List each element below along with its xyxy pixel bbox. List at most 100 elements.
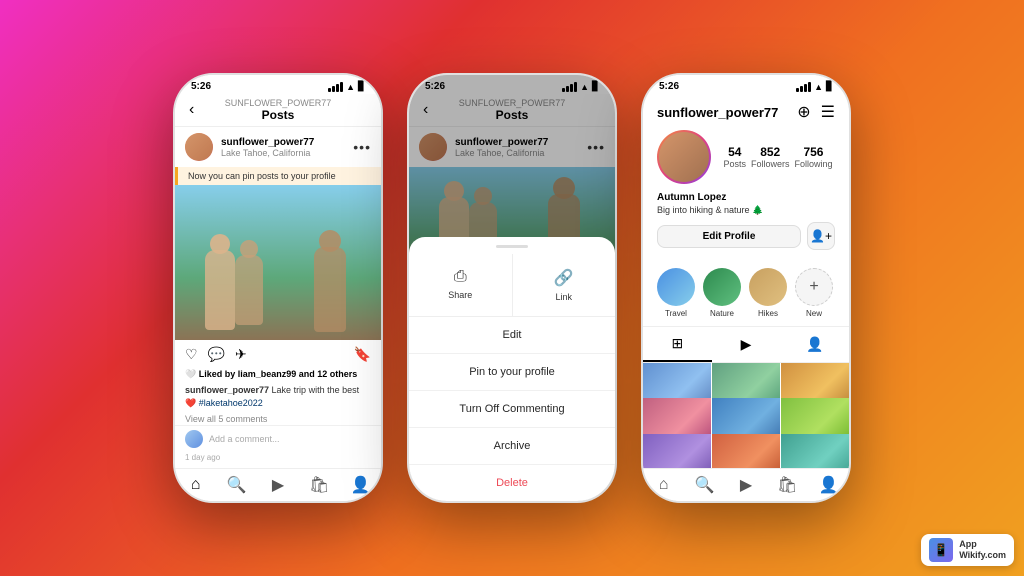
phone-3-screen: 5:26 ▲ ▊ sunflower_power77: [643, 75, 849, 501]
signal-bar-3: [336, 84, 339, 92]
comment-icon-1[interactable]: 💬: [208, 346, 225, 363]
nav-shop-1[interactable]: 🛍: [299, 475, 340, 495]
post-location-1: Lake Tahoe, California: [221, 148, 345, 158]
following-label: Following: [794, 159, 832, 169]
delete-menu-item[interactable]: Delete: [409, 465, 615, 501]
edit-profile-button[interactable]: Edit Profile: [657, 225, 801, 248]
nav-search-3[interactable]: 🔍: [684, 475, 725, 495]
profile-stats: 54 Posts 852 Followers 756 Following: [721, 145, 835, 169]
time-1: 5:26: [191, 81, 211, 92]
watermark-line1: App: [959, 539, 977, 549]
person-2: [235, 255, 263, 325]
signal-bar-2: [332, 86, 335, 92]
edit-menu-item[interactable]: Edit: [409, 317, 615, 354]
three-dots-1[interactable]: •••: [353, 139, 371, 155]
watermark: 📱 App Wikify.com: [921, 534, 1014, 566]
profile-edit-row: Edit Profile 👤+: [657, 222, 835, 250]
highlight-hikes[interactable]: Hikes: [749, 268, 787, 318]
modal-overlay: ⎙ Share 🔗 Link Edit Pin to your profile …: [409, 75, 615, 501]
share-icon-1[interactable]: ✈: [235, 346, 247, 363]
add-comment-1: Add a comment...: [175, 425, 381, 452]
post-header-1: sunflower_power77 Lake Tahoe, California…: [175, 127, 381, 167]
share-action-label: Share: [448, 290, 472, 300]
post-likes-1: 🤍 Liked by liam_beanz99 and 12 others: [175, 369, 381, 382]
signal-bar-3-4: [808, 82, 811, 92]
post-caption-1: sunflower_power77 Lake trip with the bes…: [175, 382, 381, 413]
comment-placeholder-1[interactable]: Add a comment...: [209, 434, 280, 444]
share-action-btn[interactable]: ⎙ Share: [409, 254, 513, 316]
nav-profile-1[interactable]: 👤: [340, 475, 381, 495]
phone-1: 5:26 ▲ ▊ ‹ SUNFLOWER_POWER77 P: [173, 73, 383, 503]
add-post-icon[interactable]: ⊕: [797, 102, 810, 122]
grid-photo-9[interactable]: [781, 434, 849, 468]
status-bar-3: 5:26 ▲ ▊: [643, 75, 849, 94]
avatar-1: [185, 133, 213, 161]
nav-username-1: SUNFLOWER_POWER77: [225, 98, 332, 108]
link-action-label: Link: [555, 292, 572, 302]
link-action-icon: 🔗: [554, 268, 574, 288]
menu-icon[interactable]: ☰: [821, 102, 835, 122]
back-button-1[interactable]: ‹: [189, 101, 194, 119]
highlight-circle-travel: [657, 268, 695, 306]
nav-reels-3[interactable]: ▶: [725, 475, 766, 495]
signal-bars-1: [328, 82, 343, 92]
nav-reels-1[interactable]: ▶: [257, 475, 298, 495]
following-count: 756: [794, 145, 832, 159]
nav-page-1: Posts: [225, 108, 332, 122]
add-person-button[interactable]: 👤+: [807, 222, 835, 250]
tab-grid[interactable]: ⊞: [643, 327, 712, 362]
turn-off-commenting-menu-item[interactable]: Turn Off Commenting: [409, 391, 615, 428]
likes-text-1: 🤍 Liked by liam_beanz99 and 12 others: [185, 369, 357, 379]
highlight-travel[interactable]: Travel: [657, 268, 695, 318]
followers-count: 852: [751, 145, 790, 159]
hashtag-1[interactable]: #laketahoe2022: [199, 398, 263, 408]
nav-home-1[interactable]: ⌂: [175, 475, 216, 495]
caption-user-1[interactable]: sunflower_power77: [185, 385, 269, 395]
like-icon-1[interactable]: ♡: [185, 346, 198, 363]
archive-menu-item[interactable]: Archive: [409, 428, 615, 465]
profile-tabs: ⊞ ▶ 👤: [643, 326, 849, 363]
profile-stats-row: 54 Posts 852 Followers 756 Following: [657, 130, 835, 184]
link-action-btn[interactable]: 🔗 Link: [513, 254, 616, 316]
status-bar-1: 5:26 ▲ ▊: [175, 75, 381, 94]
nav-profile-3[interactable]: 👤: [808, 475, 849, 495]
nav-home-3[interactable]: ⌂: [643, 475, 684, 495]
profile-top-icons: ⊕ ☰: [797, 102, 835, 122]
profile-top-row: sunflower_power77 ⊕ ☰: [657, 102, 835, 122]
pin-menu-item[interactable]: Pin to your profile: [409, 354, 615, 391]
share-action-icon: ⎙: [454, 268, 467, 286]
highlight-new[interactable]: + New: [795, 268, 833, 318]
post-actions-1: ♡ 💬 ✈ 🔖: [175, 340, 381, 369]
signal-bar-3-1: [796, 88, 799, 92]
post-username-1[interactable]: sunflower_power77: [221, 137, 345, 148]
highlight-label-travel: Travel: [665, 309, 687, 318]
signal-bars-3: [796, 82, 811, 92]
posts-label: Posts: [723, 159, 746, 169]
bookmark-icon-1[interactable]: 🔖: [354, 346, 371, 363]
tab-tagged[interactable]: 👤: [780, 327, 849, 362]
nav-shop-3[interactable]: 🛍: [767, 475, 808, 495]
stat-following[interactable]: 756 Following: [794, 145, 832, 169]
phone-2: 5:26 ▲ ▊ ‹ SUNFLOWER_POWER77 P: [407, 73, 617, 503]
nav-header-1: ‹ SUNFLOWER_POWER77 Posts: [175, 94, 381, 127]
post-timestamp-1: 1 day ago: [175, 452, 381, 466]
time-3: 5:26: [659, 81, 679, 92]
nav-search-1[interactable]: 🔍: [216, 475, 257, 495]
highlight-label-new: New: [806, 309, 822, 318]
bottom-nav-3: ⌂ 🔍 ▶ 🛍 👤: [643, 468, 849, 501]
grid-photo-8[interactable]: [712, 434, 780, 468]
tab-reels[interactable]: ▶: [712, 327, 781, 362]
stat-followers[interactable]: 852 Followers: [751, 145, 790, 169]
phone-2-screen: 5:26 ▲ ▊ ‹ SUNFLOWER_POWER77 P: [409, 75, 615, 501]
profile-avatar-large: [657, 130, 711, 184]
post-image-1: [175, 185, 381, 340]
grid-photo-7[interactable]: [643, 434, 711, 468]
watermark-line2: Wikify.com: [959, 550, 1006, 560]
highlight-circle-hikes: [749, 268, 787, 306]
watermark-icon: 📱: [929, 538, 953, 562]
highlight-nature[interactable]: Nature: [703, 268, 741, 318]
highlight-label-hikes: Hikes: [758, 309, 778, 318]
photo-grid: [643, 363, 849, 468]
nav-title-1: SUNFLOWER_POWER77 Posts: [225, 98, 332, 122]
view-comments-1[interactable]: View all 5 comments: [175, 413, 381, 425]
